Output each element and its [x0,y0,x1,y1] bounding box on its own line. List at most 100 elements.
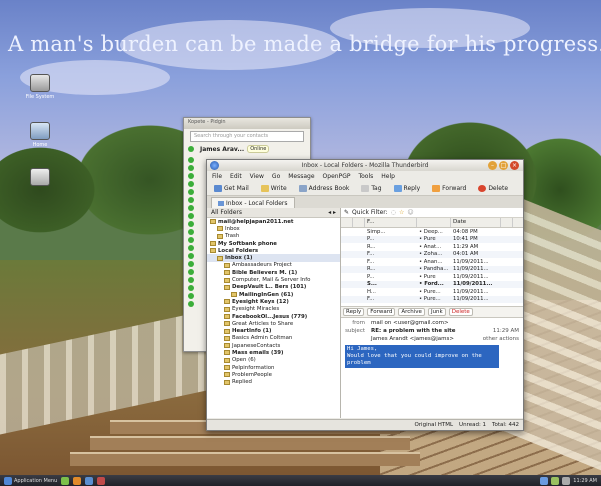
folder-item[interactable]: Eyesight Miracles [207,306,340,313]
window-titlebar[interactable]: Inbox - Local Folders - Mozilla Thunderb… [207,160,523,171]
thread-column[interactable] [341,218,353,227]
menu-view[interactable]: View [250,173,264,180]
folder-item[interactable]: DeepVault L.. Bers (101) [207,284,340,291]
address-book-button[interactable]: Address Book [296,184,353,193]
maximize-icon[interactable]: □ [499,161,508,170]
folder-pane-header[interactable]: All Folders ◂ ▸ [207,208,340,218]
reply-button[interactable]: Reply [391,184,424,193]
contact-filter-icon[interactable]: ☺ [407,209,413,216]
get-mail-button[interactable]: Get Mail [211,184,252,193]
menu-edit[interactable]: Edit [230,173,242,180]
quick-filter-label[interactable]: Quick Filter: [352,209,388,216]
star-column[interactable] [353,218,365,227]
forward-action-button[interactable]: Forward [367,308,396,316]
online-icon [188,245,194,251]
date-column[interactable]: Date [451,218,501,227]
from-value[interactable]: mail on <user@gmail.com> [371,320,449,326]
archive-action-button[interactable]: Archive [398,308,425,316]
menu-help[interactable]: Help [381,173,395,180]
contact-list-titlebar[interactable]: Kopete - Pidgin [184,118,310,129]
folder-label: HeartInfo (1) [232,328,272,335]
close-icon[interactable]: × [510,161,519,170]
folder-item[interactable]: Pelpinformation [207,364,340,371]
online-icon [188,277,194,283]
contact-search-input[interactable]: Search through your contacts [190,131,304,142]
from-column[interactable]: F... [365,218,417,227]
own-status-row[interactable]: James Arav... Online [188,145,306,153]
junk-action-button[interactable]: Junk [427,308,446,316]
folder-item[interactable]: My Softbank phone [207,240,340,247]
folder-item[interactable]: Inbox [207,225,340,232]
status-selector[interactable]: Online [247,145,270,153]
folder-item[interactable]: Open (6) [207,357,340,364]
folder-item[interactable]: Basics Admin Coltman [207,335,340,342]
folder-item[interactable]: mail@helpjapan2011.net [207,218,340,225]
menu-go[interactable]: Go [272,173,280,180]
message-body-selection[interactable]: Hi James, Would love that you could impr… [345,345,499,368]
chevron-icon[interactable]: ◂ ▸ [328,209,336,216]
message-row[interactable]: P... • Pure 11/09/2011... [341,273,523,281]
folder-item[interactable]: Trash [207,233,340,240]
folder-item[interactable]: Bible Believers M. (1) [207,269,340,276]
clock[interactable]: 11:29 AM [573,478,597,484]
menu-tools[interactable]: Tools [358,173,373,180]
folder-icon [224,284,230,290]
folder-item[interactable]: Mass emails (39) [207,349,340,356]
folder-item[interactable]: HeartInfo (1) [207,327,340,334]
forward-button[interactable]: Forward [429,184,469,193]
message-row[interactable]: Simp... • Deep... 04:08 PM [341,228,523,236]
folder-item[interactable]: Great Articles to Share [207,320,340,327]
folder-item[interactable]: MailingInGen (61) [207,291,340,298]
delete-action-button[interactable]: Delete [448,308,473,316]
pin-icon[interactable]: ✎ [344,209,349,216]
delete-button[interactable]: Delete [475,184,511,193]
taskbar-app-icon[interactable] [73,476,82,485]
reply-action-button[interactable]: Reply [343,308,365,316]
minimize-icon[interactable]: – [488,161,497,170]
total-count: Total: 442 [492,422,519,428]
menu-openpgp[interactable]: OpenPGP [323,173,351,180]
unread-filter-icon[interactable]: ◌ [391,209,396,216]
folder-item[interactable]: Computer, Mail & Server Info [207,276,340,283]
tag-button[interactable]: Tag [358,184,384,193]
thunderbird-logo-icon [210,161,219,170]
message-row[interactable]: F... • Pure... 11/09/2011... [341,295,523,303]
file-system-desktop-icon[interactable]: File System [18,74,62,100]
column-picker[interactable] [501,218,513,227]
volume-icon[interactable] [562,476,571,485]
folder-item[interactable]: Replied [207,379,340,386]
flag-column[interactable] [417,218,451,227]
folder-item[interactable]: Local Folders [207,247,340,254]
write-button[interactable]: Write [258,184,290,193]
taskbar-app-icon[interactable] [97,476,106,485]
message-row[interactable]: R... • Anat... 11:29 AM [341,243,523,251]
home-desktop-icon[interactable]: Home [18,122,62,148]
application-menu-button[interactable]: Application Menu [4,476,57,485]
battery-icon[interactable] [551,476,560,485]
to-value[interactable]: James Arandt <james@jams> [371,336,454,342]
trash-desktop-icon[interactable] [18,168,62,188]
tab-inbox[interactable]: Inbox - Local Folders [211,197,295,208]
menu-file[interactable]: File [212,173,222,180]
folder-item[interactable]: Ambassadeurs Project [207,262,340,269]
message-row[interactable]: H... • Pure... 11/09/2011... [341,288,523,296]
taskbar-app-icon[interactable] [85,476,94,485]
message-row[interactable]: S... • Ford... 11/09/2011... [341,280,523,288]
other-actions-menu[interactable]: other actions [483,336,519,342]
menu-message[interactable]: Message [288,173,314,180]
message-row[interactable]: R... • Pandha... 11/09/2011... [341,265,523,273]
message-row[interactable]: F... • Zoha... 04:01 AM [341,250,523,258]
folder-item[interactable]: FacebookOl...Jesus (779) [207,313,340,320]
network-icon[interactable] [540,476,549,485]
folder-item[interactable]: ProblemPeople [207,371,340,378]
taskbar-app-icon[interactable] [61,476,70,485]
folder-item[interactable]: Inbox (1) [207,254,340,262]
write-label: Write [270,184,287,192]
message-row[interactable]: F... • Anan... 11/09/2011... [341,258,523,266]
encoding-status[interactable]: Original HTML [414,422,453,428]
folder-item[interactable]: Eyesight Keys (12) [207,298,340,305]
folder-item[interactable]: JapaneseContacts [207,342,340,349]
star-filter-icon[interactable]: ☆ [399,209,404,216]
date-cell: 10:41 PM [453,236,478,243]
message-row[interactable]: P... • Pure 10:41 PM [341,235,523,243]
